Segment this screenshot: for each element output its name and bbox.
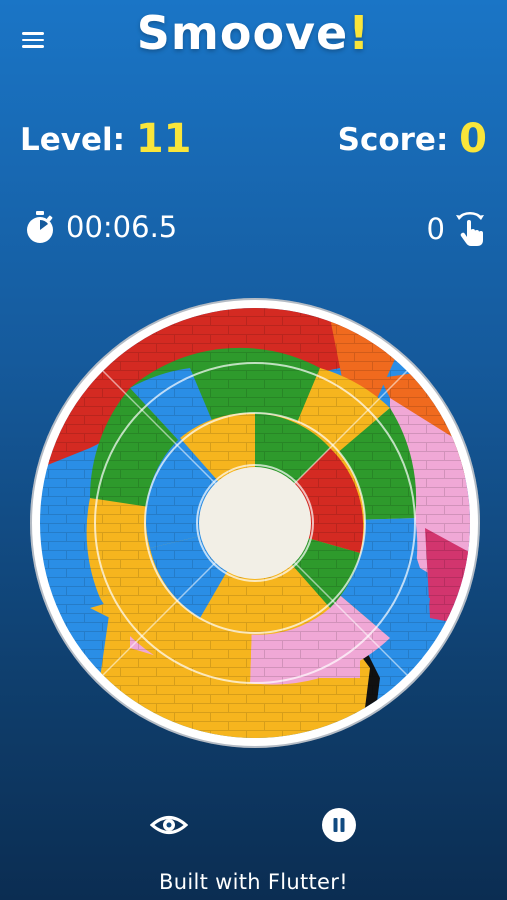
moves-display: 0 xyxy=(427,210,487,248)
puzzle-board[interactable] xyxy=(30,298,480,748)
timer-display: 00:06.5 xyxy=(24,210,177,244)
eye-icon xyxy=(149,816,189,834)
level-label: Level: xyxy=(20,122,126,158)
timer-value: 00:06.5 xyxy=(66,210,178,244)
app-title-text: Smoove xyxy=(136,6,349,60)
score-value: 0 xyxy=(459,116,487,162)
level-value: 11 xyxy=(135,116,192,162)
footer-text: Built with Flutter! xyxy=(159,870,348,894)
puzzle-image xyxy=(30,298,480,748)
preview-button[interactable] xyxy=(149,806,189,844)
app-title: Smoove! xyxy=(0,6,507,60)
score-display: Score: 0 xyxy=(338,116,487,162)
pause-icon xyxy=(322,808,356,842)
score-label: Score: xyxy=(337,122,449,158)
pause-button[interactable] xyxy=(320,806,358,844)
level-display: Level: 11 xyxy=(20,116,192,162)
tap-rotate-icon xyxy=(456,211,484,246)
app-title-accent: ! xyxy=(348,6,371,60)
moves-value: 0 xyxy=(426,212,445,246)
stopwatch-icon xyxy=(27,211,53,243)
puzzle-center xyxy=(199,467,311,579)
